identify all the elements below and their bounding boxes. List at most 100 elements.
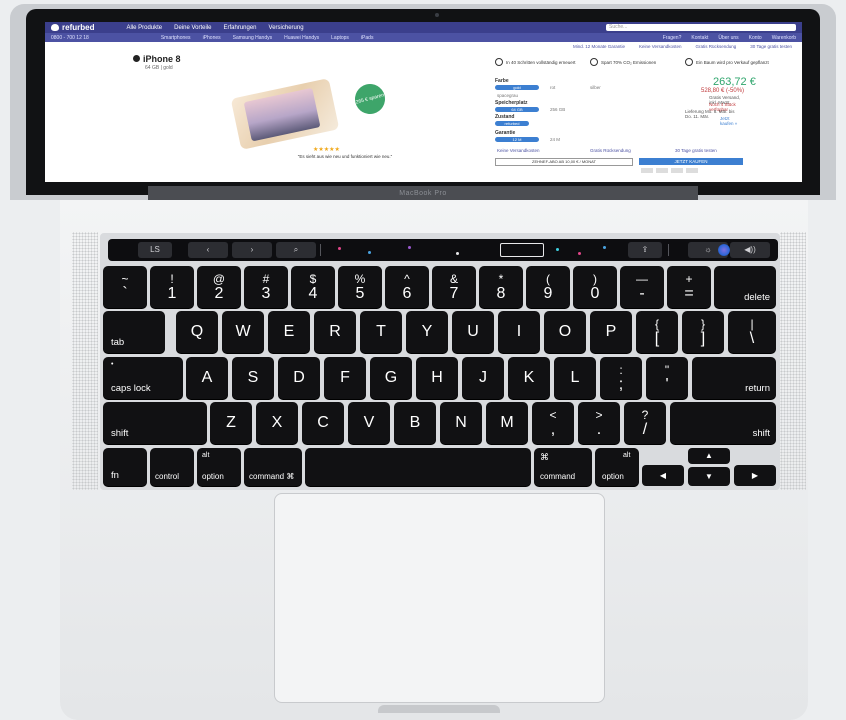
key-z[interactable]: Z — [210, 402, 252, 444]
key-equals[interactable]: + = — [667, 266, 711, 308]
key-y[interactable]: Y — [406, 311, 448, 353]
key-b[interactable]: B — [394, 402, 436, 444]
key-g[interactable]: G — [370, 357, 412, 399]
subnav-contact[interactable]: Kontakt — [691, 35, 708, 41]
key-arrow-down[interactable]: ▼ — [688, 467, 730, 486]
subnav-account[interactable]: Konto — [749, 35, 762, 41]
key-slash[interactable]: ? / — [624, 402, 666, 444]
subnav-samsung[interactable]: Samsung Handys — [233, 35, 272, 41]
key-option-left[interactable]: alt option — [197, 448, 241, 486]
color-option-silver[interactable]: silber — [590, 85, 601, 90]
nav-item-benefits[interactable]: Deine Vorteile — [174, 25, 211, 31]
key-7[interactable]: & 7 — [432, 266, 476, 308]
key-e[interactable]: E — [268, 311, 310, 353]
key-right-bracket[interactable]: }] — [682, 311, 724, 353]
key-u[interactable]: U — [452, 311, 494, 353]
subnav-iphones[interactable]: iPhones — [203, 35, 221, 41]
key-comma[interactable]: <, — [532, 402, 574, 444]
key-r[interactable]: R — [314, 311, 356, 353]
key-q[interactable]: Q — [176, 311, 218, 353]
site-logo[interactable]: refurbed — [51, 23, 94, 32]
touchbar-esc-key[interactable]: LS — [138, 242, 172, 258]
key-v[interactable]: V — [348, 402, 390, 444]
key-quote[interactable]: " ' — [646, 357, 688, 399]
key-backslash[interactable]: | \ — [728, 311, 776, 353]
key-l[interactable]: L — [554, 357, 596, 399]
key-9[interactable]: (9 — [526, 266, 570, 308]
key-tab[interactable]: tab — [103, 311, 165, 353]
key-arrow-up[interactable]: ▲ — [688, 448, 730, 464]
key-f[interactable]: F — [324, 357, 366, 399]
subscription-offer[interactable]: ZEHNEF-ABO AB 10,00 € / MONAT — [495, 158, 633, 166]
trackpad[interactable] — [274, 493, 605, 703]
key-j[interactable]: J — [462, 357, 504, 399]
subnav-laptops[interactable]: Laptops — [331, 35, 349, 41]
nav-item-products[interactable]: Alle Produkte — [126, 25, 162, 31]
key-period[interactable]: >. — [578, 402, 620, 444]
key-fn[interactable]: fn — [103, 448, 147, 486]
key-4[interactable]: $4 — [291, 266, 335, 308]
key-delete[interactable]: delete — [714, 266, 776, 308]
siri-icon[interactable] — [718, 244, 730, 256]
key-w[interactable]: W — [222, 311, 264, 353]
key-caps-lock[interactable]: • caps lock — [103, 357, 183, 399]
site-search-input[interactable]: Suche... — [606, 24, 796, 31]
key-space[interactable] — [305, 448, 531, 486]
key-d[interactable]: D — [278, 357, 320, 399]
storage-option-256[interactable]: 256 GB — [550, 107, 565, 112]
subnav-cart[interactable]: Warenkorb — [772, 35, 796, 41]
key-shift-left[interactable]: shift — [103, 402, 207, 444]
subnav-huawei[interactable]: Huawei Handys — [284, 35, 319, 41]
color-option-gold[interactable]: gold — [495, 85, 539, 90]
buy-button[interactable]: JETZT KAUFEN — [639, 158, 743, 165]
subnav-ipads[interactable]: iPads — [361, 35, 374, 41]
key-command-left[interactable]: command ⌘ — [244, 448, 302, 486]
key-n[interactable]: N — [440, 402, 482, 444]
key-left-bracket[interactable]: {[ — [636, 311, 678, 353]
key-command-right[interactable]: ⌘ command — [534, 448, 592, 486]
key-return[interactable]: return — [692, 357, 776, 399]
key-m[interactable]: M — [486, 402, 528, 444]
key-x[interactable]: X — [256, 402, 298, 444]
key-option-right[interactable]: alt option — [595, 448, 639, 486]
key-c[interactable]: C — [302, 402, 344, 444]
subnav-smartphones[interactable]: Smartphones — [161, 35, 191, 41]
subnav-faq[interactable]: Fragen? — [663, 35, 682, 41]
touchbar-forward-button[interactable]: › — [232, 242, 272, 258]
key-5[interactable]: % 5 — [338, 266, 382, 308]
touchbar-back-button[interactable]: ‹ — [188, 242, 228, 258]
touchbar-volume-button[interactable]: ◀)) — [730, 242, 770, 258]
key-i[interactable]: I — [498, 311, 540, 353]
condition-option-refurbed[interactable]: refurbed — [495, 121, 529, 126]
key-8[interactable]: * 8 — [479, 266, 523, 308]
key-2[interactable]: @2 — [197, 266, 241, 308]
buy-now-link[interactable]: Jetzt kaufen » — [720, 116, 742, 126]
nav-item-insurance[interactable]: Versicherung — [269, 25, 304, 31]
key-a[interactable]: A — [186, 357, 228, 399]
key-k[interactable]: K — [508, 357, 550, 399]
subnav-about[interactable]: Über uns — [718, 35, 738, 41]
color-option-red[interactable]: rot — [550, 85, 555, 90]
key-shift-right[interactable]: shift — [670, 402, 776, 444]
touch-bar[interactable]: LS ‹ › ⌕ ⇪ ☼ ◀)) — [108, 239, 778, 261]
storage-option-64[interactable]: 64 GB — [495, 107, 539, 112]
key-h[interactable]: H — [416, 357, 458, 399]
key-o[interactable]: O — [544, 311, 586, 353]
key-1[interactable]: ! 1 — [150, 266, 194, 308]
warranty-option-24[interactable]: 24 M — [550, 137, 560, 142]
key-p[interactable]: P — [590, 311, 632, 353]
key-t[interactable]: T — [360, 311, 402, 353]
key-backtick[interactable]: ~ ` — [103, 266, 147, 308]
key-arrow-right[interactable]: ▶ — [734, 465, 776, 486]
key-arrow-left[interactable]: ◀ — [642, 465, 684, 486]
key-6[interactable]: ^ 6 — [385, 266, 429, 308]
color-option-spacegray[interactable]: spacegrau — [497, 93, 518, 98]
key-minus[interactable]: — - — [620, 266, 664, 308]
warranty-option-12[interactable]: 12 M — [495, 137, 539, 142]
key-0[interactable]: ) 0 — [573, 266, 617, 308]
key-semicolon[interactable]: :; — [600, 357, 642, 399]
nav-item-reviews[interactable]: Erfahrungen — [224, 25, 257, 31]
key-s[interactable]: S — [232, 357, 274, 399]
touchbar-tab-thumbnail[interactable] — [500, 243, 544, 257]
touchbar-share-button[interactable]: ⇪ — [628, 242, 662, 258]
